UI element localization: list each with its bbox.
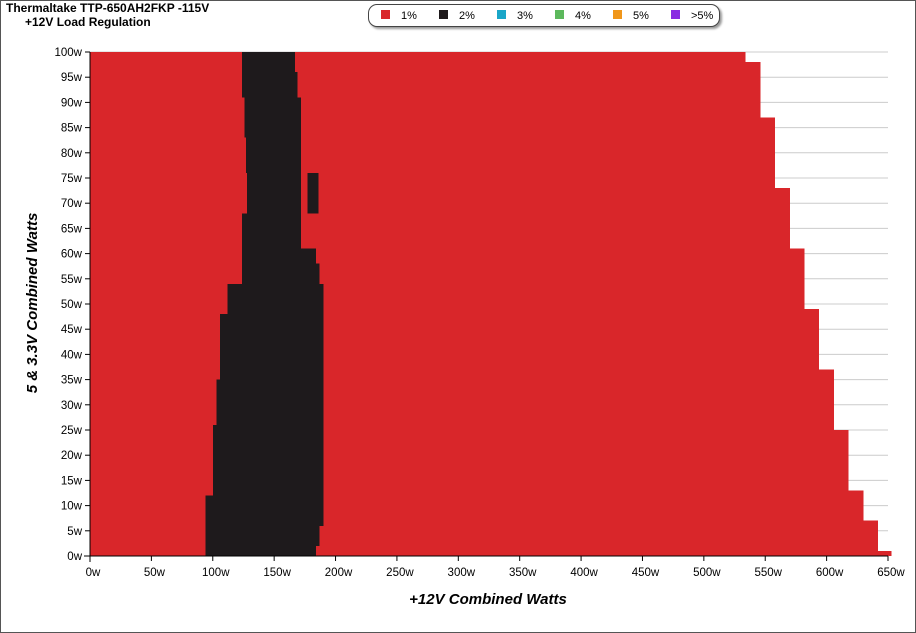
region-2pct bbox=[242, 213, 302, 249]
y-tick-label: 10w bbox=[61, 501, 83, 513]
y-axis-title: 5 & 3.3V Combined Watts bbox=[24, 213, 41, 394]
y-tick-label: 30w bbox=[61, 400, 83, 412]
y-axis-ticks: 0w 5w 10w 15w 20w 25w 30w 35w 40w 45w 50w 55w 60w 65w… bbox=[55, 47, 90, 563]
region-2pct bbox=[242, 72, 298, 98]
y-tick-label: 20w bbox=[61, 450, 83, 462]
region-1pct bbox=[90, 62, 761, 118]
y-tick-label: 85w bbox=[61, 123, 83, 135]
y-tick-label: 60w bbox=[61, 249, 83, 261]
x-axis-title: +12V Combined Watts bbox=[409, 591, 567, 608]
region-2pct bbox=[205, 525, 320, 546]
x-tick-label: 550w bbox=[754, 567, 782, 579]
region-1pct bbox=[90, 117, 776, 189]
x-tick-label: 150w bbox=[263, 567, 291, 579]
region-1pct bbox=[90, 369, 834, 430]
region-2pct bbox=[245, 137, 302, 173]
y-tick-label: 90w bbox=[61, 97, 83, 109]
x-tick-label: 300w bbox=[448, 567, 476, 579]
x-tick-label: 0w bbox=[86, 567, 101, 579]
x-tick-label: 250w bbox=[386, 567, 414, 579]
y-tick-label: 50w bbox=[61, 299, 83, 311]
region-1pct bbox=[90, 309, 820, 370]
y-tick-label: 25w bbox=[61, 425, 83, 437]
region-2pct bbox=[242, 263, 320, 284]
x-tick-label: 50w bbox=[144, 567, 166, 579]
region-2pct bbox=[205, 545, 316, 556]
region-2pct bbox=[216, 379, 324, 425]
y-tick-label: 55w bbox=[61, 274, 83, 286]
region-2pct bbox=[244, 97, 302, 138]
y-tick-label: 80w bbox=[61, 148, 83, 160]
region-2pct bbox=[220, 314, 324, 380]
chart-svg: 0w 5w 10w 15w 20w 25w 30w 35w 40w 45w 50w 55w 60w 65w… bbox=[24, 47, 905, 608]
x-tick-label: 600w bbox=[816, 567, 844, 579]
x-tick-label: 500w bbox=[693, 567, 721, 579]
y-tick-label: 45w bbox=[61, 324, 83, 336]
x-tick-label: 650w bbox=[877, 567, 905, 579]
x-tick-label: 350w bbox=[509, 567, 537, 579]
data-marks bbox=[90, 52, 892, 556]
x-tick-label: 100w bbox=[202, 567, 230, 579]
region-2pct bbox=[212, 424, 324, 496]
region-1pct bbox=[90, 52, 746, 63]
region-2pct bbox=[205, 495, 324, 526]
y-tick-label: 40w bbox=[61, 349, 83, 361]
region-2pct bbox=[242, 52, 296, 73]
region-1pct bbox=[90, 248, 805, 310]
y-tick-label: 75w bbox=[61, 173, 83, 185]
y-tick-label: 65w bbox=[61, 223, 83, 235]
y-tick-label: 95w bbox=[61, 72, 83, 84]
region-2pct bbox=[247, 172, 302, 214]
y-tick-label: 100w bbox=[55, 47, 83, 59]
y-tick-label: 5w bbox=[67, 526, 82, 538]
y-tick-label: 70w bbox=[61, 198, 83, 210]
y-tick-label: 15w bbox=[61, 475, 83, 487]
x-axis-ticks: 0w 50w 100w 150w 200w 250w 300w 350w 400w 450w 500… bbox=[86, 556, 905, 579]
region-1pct bbox=[90, 188, 790, 249]
y-tick-label: 0w bbox=[67, 551, 82, 563]
region-2pct bbox=[307, 172, 319, 214]
region-2pct bbox=[242, 248, 316, 264]
region-2pct bbox=[227, 283, 324, 315]
y-tick-label: 35w bbox=[61, 375, 83, 387]
region-1pct bbox=[90, 430, 849, 491]
x-tick-label: 400w bbox=[570, 567, 598, 579]
x-tick-label: 200w bbox=[325, 567, 353, 579]
x-tick-label: 450w bbox=[632, 567, 660, 579]
